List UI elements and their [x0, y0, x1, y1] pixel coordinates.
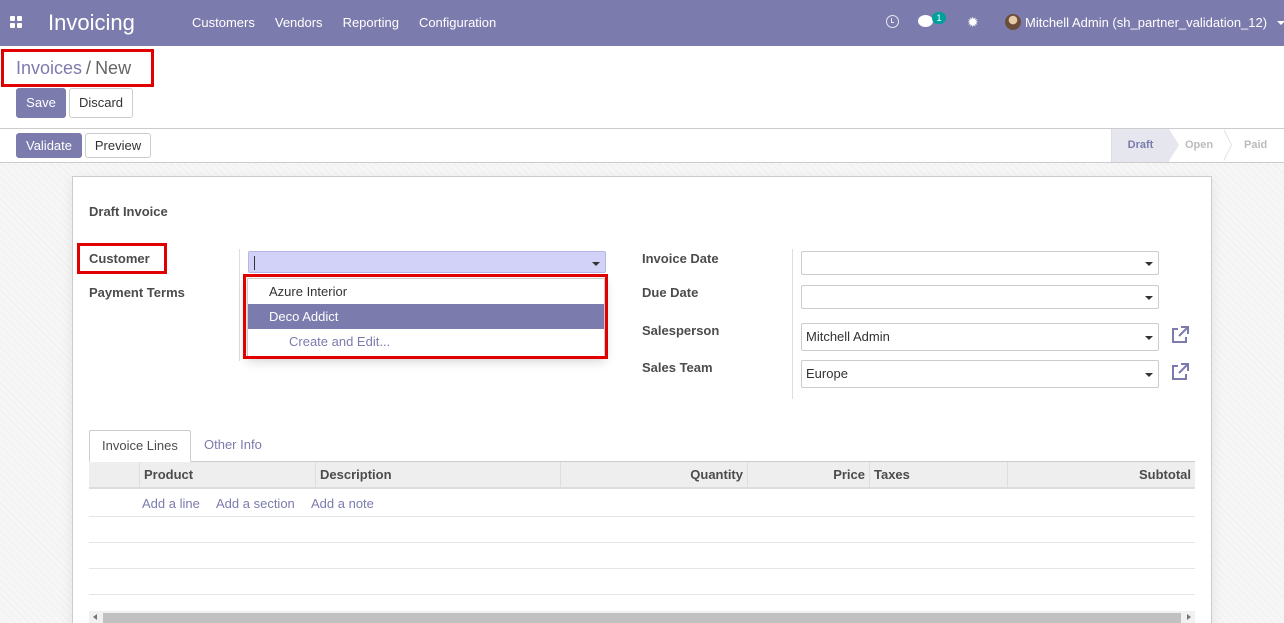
column-subtotal[interactable]: Subtotal: [1007, 462, 1195, 488]
stage-open[interactable]: Open: [1185, 129, 1213, 162]
scroll-left-icon[interactable]: [93, 614, 97, 620]
menu-item-vendors[interactable]: Vendors: [265, 0, 333, 46]
due-date-label: Due Date: [642, 285, 699, 300]
chevron-down-icon[interactable]: [1145, 373, 1153, 377]
chevron-down-icon[interactable]: [1145, 336, 1153, 340]
tab-other-info[interactable]: Other Info: [192, 430, 274, 462]
menu-item-configuration[interactable]: Configuration: [409, 0, 506, 46]
customer-autocomplete-dropdown: Azure Interior Deco Addict Create and Ed…: [247, 278, 605, 357]
menu-item-customers[interactable]: Customers: [182, 0, 265, 46]
stage-arrow: [1223, 129, 1231, 161]
table-row: [89, 542, 1195, 543]
external-link-icon[interactable]: [1170, 362, 1190, 382]
dropdown-item-azure-interior[interactable]: Azure Interior: [248, 279, 604, 304]
column-separator: [792, 249, 793, 399]
column-product[interactable]: Product: [139, 462, 315, 488]
table-header: Product Description Quantity Price Taxes…: [89, 462, 1195, 489]
payment-terms-label: Payment Terms: [89, 285, 185, 300]
validate-button[interactable]: Validate: [16, 133, 82, 158]
chat-badge: 1: [932, 12, 946, 24]
create-and-edit-link[interactable]: Create and Edit...: [248, 329, 604, 354]
text-cursor: [254, 256, 255, 270]
sales-team-value: Europe: [806, 366, 848, 381]
status-bar: Validate Preview Draft Open Paid: [0, 128, 1284, 163]
due-date-field[interactable]: [801, 285, 1159, 309]
sales-team-label: Sales Team: [642, 360, 713, 375]
add-section-link[interactable]: Add a section: [216, 496, 295, 511]
debug-bug-icon[interactable]: ✹: [967, 14, 979, 31]
column-price[interactable]: Price: [747, 462, 869, 488]
stage-paid[interactable]: Paid: [1244, 129, 1267, 162]
preview-button[interactable]: Preview: [85, 133, 151, 158]
chevron-down-icon[interactable]: [592, 262, 600, 266]
salesperson-label: Salesperson: [642, 323, 720, 338]
top-navbar: Invoicing Customers Vendors Reporting Co…: [0, 0, 1284, 46]
invoice-heading: Draft Invoice: [89, 204, 168, 219]
invoice-date-field[interactable]: [801, 251, 1159, 275]
activity-clock-icon[interactable]: [886, 15, 899, 28]
sales-team-field[interactable]: Europe: [801, 360, 1159, 388]
caret-down-icon[interactable]: [1277, 21, 1284, 25]
column-separator: [239, 249, 240, 361]
stage-arrow: [1169, 129, 1179, 161]
table-row: [89, 568, 1195, 569]
customer-label: Customer: [89, 251, 150, 266]
table-row: [89, 594, 1195, 595]
salesperson-value: Mitchell Admin: [806, 329, 890, 344]
scrollbar-thumb[interactable]: [103, 613, 1181, 623]
salesperson-field[interactable]: Mitchell Admin: [801, 323, 1159, 351]
scroll-right-icon[interactable]: [1187, 614, 1191, 620]
breadcrumb-invoices[interactable]: Invoices: [16, 58, 82, 78]
app-title[interactable]: Invoicing: [48, 10, 135, 36]
discard-button[interactable]: Discard: [69, 88, 133, 118]
column-description[interactable]: Description: [315, 462, 560, 488]
add-line-link[interactable]: Add a line: [142, 496, 200, 511]
chat-bubble-icon[interactable]: [918, 15, 933, 27]
user-menu[interactable]: Mitchell Admin (sh_partner_validation_12…: [1025, 0, 1267, 46]
apps-menu-icon[interactable]: [10, 16, 22, 28]
column-taxes[interactable]: Taxes: [869, 462, 1007, 488]
stage-draft: Draft: [1111, 129, 1169, 162]
breadcrumb-separator: /: [86, 58, 92, 78]
breadcrumb-current: New: [95, 58, 132, 78]
user-avatar[interactable]: [1005, 14, 1021, 30]
save-button[interactable]: Save: [16, 88, 66, 118]
chevron-down-icon[interactable]: [1145, 262, 1153, 266]
dropdown-item-deco-addict[interactable]: Deco Addict: [248, 304, 604, 329]
tab-invoice-lines[interactable]: Invoice Lines: [89, 430, 191, 462]
column-quantity[interactable]: Quantity: [560, 462, 747, 488]
form-sheet: [72, 176, 1212, 623]
main-menu: Customers Vendors Reporting Configuratio…: [182, 0, 506, 46]
customer-input[interactable]: [248, 251, 606, 273]
add-note-link[interactable]: Add a note: [311, 496, 374, 511]
horizontal-scrollbar[interactable]: [89, 611, 1195, 623]
invoice-date-label: Invoice Date: [642, 251, 719, 266]
breadcrumb: Invoices / New: [16, 58, 131, 79]
external-link-icon[interactable]: [1170, 325, 1190, 345]
table-row: [89, 516, 1195, 517]
menu-item-reporting[interactable]: Reporting: [333, 0, 409, 46]
chevron-down-icon[interactable]: [1145, 296, 1153, 300]
